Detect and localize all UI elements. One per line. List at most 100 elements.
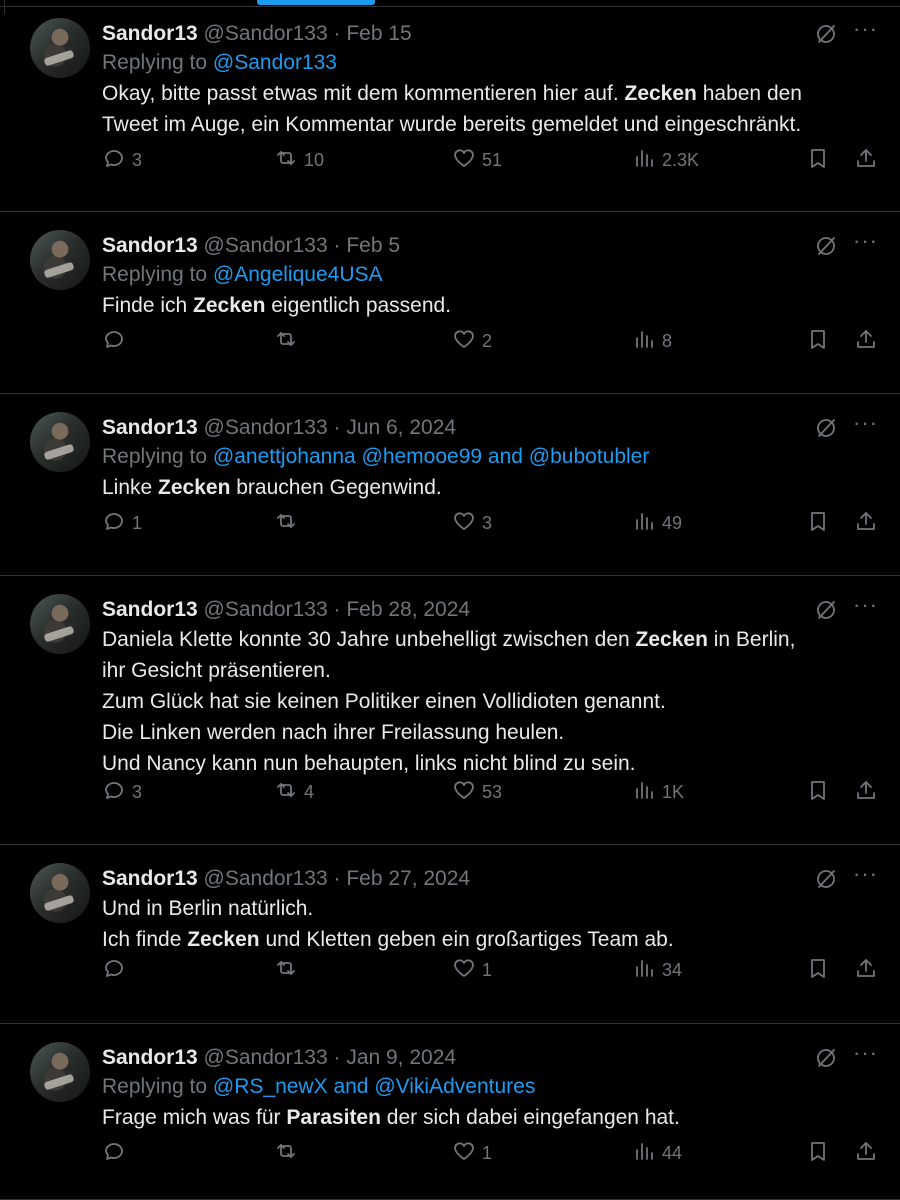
- bookmark-button[interactable]: [806, 956, 836, 985]
- author-handle[interactable]: @Sandor133: [204, 416, 328, 439]
- author-handle[interactable]: @Sandor133: [204, 598, 328, 621]
- like-button[interactable]: 2: [452, 327, 492, 356]
- text-segment: Zum Glück hat sie keinen Politiker einen…: [102, 690, 666, 713]
- highlight-term: Parasiten: [286, 1106, 381, 1129]
- like-button[interactable]: 1: [452, 1139, 492, 1168]
- author-handle[interactable]: @Sandor133: [204, 234, 328, 257]
- views-button[interactable]: 2.3K: [632, 146, 699, 175]
- tweet-actions: 3 10 51 2.3K: [102, 146, 880, 176]
- share-button[interactable]: [854, 956, 884, 985]
- reply-icon: [102, 778, 132, 807]
- bookmark-button[interactable]: [806, 1139, 836, 1168]
- tweet-text: Finde ich Zecken eigentlich passend.: [102, 290, 870, 321]
- like-button[interactable]: 1: [452, 956, 492, 985]
- tweet-text: Daniela Klette konnte 30 Jahre unbehelli…: [102, 624, 870, 779]
- author-handle[interactable]: @Sandor133: [204, 1046, 328, 1069]
- share-button[interactable]: [854, 327, 884, 356]
- tweet[interactable]: ··· Sandor13 @Sandor133 · Feb 15 Replying …: [0, 0, 900, 212]
- like-button[interactable]: 53: [452, 778, 502, 807]
- like-button[interactable]: 3: [452, 509, 492, 538]
- tweet[interactable]: ··· Sandor13 @Sandor133 · Feb 27, 2024 Und…: [0, 845, 900, 1024]
- reply-button[interactable]: 3: [102, 146, 142, 175]
- like-icon: [452, 1139, 482, 1168]
- repost-icon: [274, 1139, 304, 1168]
- repost-button[interactable]: [274, 327, 304, 356]
- reply-button[interactable]: [102, 1139, 132, 1168]
- bookmark-button[interactable]: [806, 327, 836, 356]
- views-button[interactable]: 34: [632, 956, 682, 985]
- share-button[interactable]: [854, 509, 884, 538]
- text-segment: Die Linken werden nach ihrer Freilassung…: [102, 721, 565, 744]
- repost-icon: [274, 146, 304, 175]
- like-icon: [452, 146, 482, 175]
- reply-button[interactable]: 1: [102, 509, 142, 538]
- tweet-text-line: Und Nancy kann nun behaupten, links nich…: [102, 748, 870, 779]
- text-segment: Tweet im Auge, ein Kommentar wurde berei…: [102, 113, 802, 136]
- like-button[interactable]: 51: [452, 146, 502, 175]
- tweet[interactable]: ··· Sandor13 @Sandor133 · Jan 9, 2024 Repl…: [0, 1024, 900, 1200]
- views-button[interactable]: 1K: [632, 778, 684, 807]
- author-handle[interactable]: @Sandor133: [204, 22, 328, 45]
- repost-button[interactable]: [274, 1139, 304, 1168]
- tweet-date[interactable]: Feb 5: [346, 234, 400, 257]
- text-segment: Und in Berlin natürlich.: [102, 897, 314, 920]
- avatar[interactable]: [30, 1042, 90, 1102]
- share-button[interactable]: [854, 1139, 884, 1168]
- repost-button[interactable]: 10: [274, 146, 324, 175]
- avatar[interactable]: [30, 594, 90, 654]
- like-count: 53: [482, 782, 503, 802]
- tweet-date[interactable]: Feb 28, 2024: [346, 598, 470, 621]
- replying-to-mentions[interactable]: @RS_newX and @VikiAdventures: [213, 1075, 535, 1098]
- avatar[interactable]: [30, 412, 90, 472]
- tweet-date[interactable]: Jan 9, 2024: [346, 1046, 456, 1069]
- views-count: 1K: [662, 782, 685, 802]
- highlight-term: Zecken: [187, 928, 260, 951]
- bookmark-button[interactable]: [806, 146, 836, 175]
- repost-button[interactable]: [274, 956, 304, 985]
- bookmark-button[interactable]: [806, 778, 836, 807]
- highlight-term: Zecken: [635, 628, 708, 651]
- replying-to-mentions[interactable]: @anettjohanna @hemooe99 and @bubotubler: [213, 445, 649, 468]
- reply-button[interactable]: 3: [102, 778, 142, 807]
- share-icon: [854, 956, 884, 985]
- tweet-date[interactable]: Jun 6, 2024: [346, 416, 456, 439]
- tweet-actions: 1 3 49: [102, 509, 880, 539]
- author-name[interactable]: Sandor13: [102, 234, 198, 257]
- author-name[interactable]: Sandor13: [102, 867, 198, 890]
- author-name[interactable]: Sandor13: [102, 598, 198, 621]
- highlight-term: Zecken: [624, 82, 697, 105]
- like-count: 2: [482, 331, 493, 351]
- author-name[interactable]: Sandor13: [102, 22, 198, 45]
- bookmark-icon: [806, 778, 836, 807]
- separator: ·: [333, 416, 341, 439]
- views-button[interactable]: 44: [632, 1139, 682, 1168]
- author-name[interactable]: Sandor13: [102, 1046, 198, 1069]
- avatar[interactable]: [30, 230, 90, 290]
- bookmark-icon: [806, 956, 836, 985]
- repost-button[interactable]: [274, 509, 304, 538]
- tweet-date[interactable]: Feb 27, 2024: [346, 867, 470, 890]
- reply-button[interactable]: [102, 327, 132, 356]
- replying-to-mentions[interactable]: @Sandor133: [213, 51, 337, 74]
- share-button[interactable]: [854, 146, 884, 175]
- bookmark-button[interactable]: [806, 509, 836, 538]
- separator: ·: [333, 1046, 341, 1069]
- avatar[interactable]: [30, 18, 90, 78]
- replying-to-mentions[interactable]: @Angelique4USA: [213, 263, 383, 286]
- tweet-text-line: Zum Glück hat sie keinen Politiker einen…: [102, 686, 870, 717]
- reply-count: 1: [132, 513, 143, 533]
- author-handle[interactable]: @Sandor133: [204, 867, 328, 890]
- views-button[interactable]: 49: [632, 509, 682, 538]
- bookmark-icon: [806, 146, 836, 175]
- replying-to: Replying to @Sandor133: [102, 48, 870, 78]
- author-name[interactable]: Sandor13: [102, 416, 198, 439]
- tweet[interactable]: ··· Sandor13 @Sandor133 · Feb 5 Replying t…: [0, 212, 900, 394]
- reply-icon: [102, 1139, 132, 1168]
- avatar[interactable]: [30, 863, 90, 923]
- reply-button[interactable]: [102, 956, 132, 985]
- share-button[interactable]: [854, 778, 884, 807]
- tweet-date[interactable]: Feb 15: [346, 22, 411, 45]
- repost-button[interactable]: 4: [274, 778, 314, 807]
- views-button[interactable]: 8: [632, 327, 672, 356]
- tweet[interactable]: ··· Sandor13 @Sandor133 · Jun 6, 2024 Repl…: [0, 394, 900, 576]
